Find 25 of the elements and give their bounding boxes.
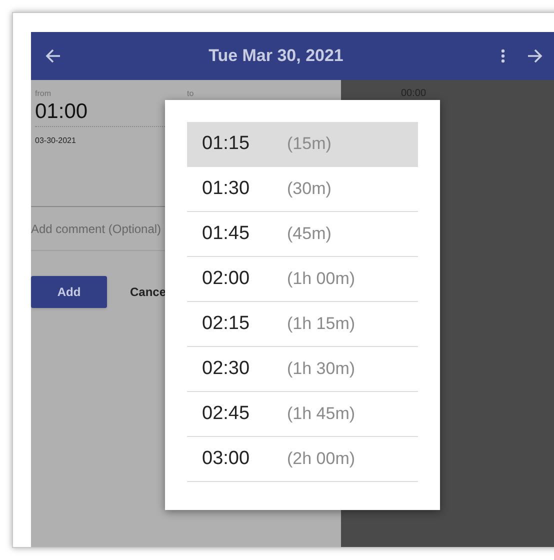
to-label: to [187,88,194,100]
option-duration: (1h 30m) [287,358,356,380]
from-label: from [35,88,52,100]
option-duration: (15m) [287,133,332,156]
option-duration: (1h 00m) [287,268,356,290]
time-option[interactable]: 01:15 (15m) [187,122,418,167]
forward-arrow-icon[interactable] [527,48,543,64]
option-time: 01:30 [202,176,251,201]
option-time: 02:45 [202,402,251,426]
add-button[interactable]: Add [31,276,107,308]
option-duration: (45m) [287,223,332,246]
option-duration: (30m) [287,178,332,200]
more-vertical-icon[interactable] [501,49,505,63]
option-time: 01:15 [202,132,251,156]
cancel-button[interactable]: Cance [130,283,166,301]
option-duration: (1h 15m) [287,313,356,336]
back-arrow-icon[interactable] [45,48,61,64]
date-title: Tue Mar 30, 2021 [208,45,344,68]
option-time: 03:00 [202,446,251,471]
option-time: 02:00 [202,266,251,291]
option-time: 01:45 [202,222,251,246]
option-time: 02:30 [202,356,251,381]
option-duration: (1h 45m) [287,403,356,426]
option-time: 02:15 [202,312,251,336]
option-duration: (2h 00m) [287,448,356,470]
